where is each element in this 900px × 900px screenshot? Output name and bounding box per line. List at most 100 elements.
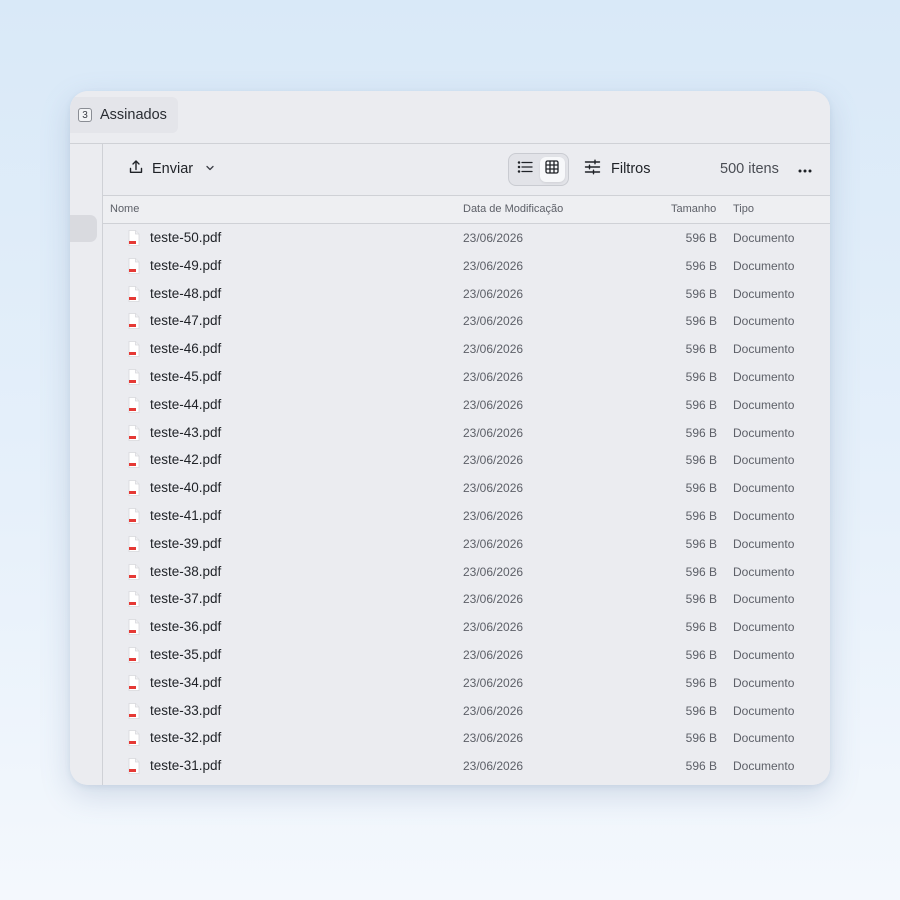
file-size: 596 B <box>685 592 717 607</box>
file-type: Documento <box>733 703 795 718</box>
list-view-button[interactable] <box>512 157 538 182</box>
file-size: 596 B <box>685 314 717 329</box>
pdf-file-icon <box>128 480 140 501</box>
table-row[interactable]: teste-49.pdf 23/06/2026 596 B Documento <box>103 252 830 280</box>
filters-label: Filtros <box>611 161 651 177</box>
file-date: 23/06/2026 <box>463 703 524 718</box>
table-row[interactable]: teste-48.pdf 23/06/2026 596 B Documento <box>103 280 830 308</box>
file-name: teste-39.pdf <box>150 535 222 551</box>
file-size: 596 B <box>685 564 717 579</box>
table-row[interactable]: teste-45.pdf 23/06/2026 596 B Documento <box>103 363 830 391</box>
file-type: Documento <box>733 564 795 579</box>
table-row[interactable]: teste-35.pdf 23/06/2026 596 B Documento <box>103 641 830 669</box>
table-row[interactable]: teste-32.pdf 23/06/2026 596 B Documento <box>103 724 830 752</box>
file-size: 596 B <box>685 231 717 245</box>
file-name: teste-34.pdf <box>150 674 222 690</box>
pdf-file-icon <box>128 257 140 279</box>
file-size: 596 B <box>685 258 717 273</box>
table-row[interactable]: teste-33.pdf 23/06/2026 596 B Documento <box>103 697 830 725</box>
file-type: Documento <box>733 592 795 607</box>
column-header-name[interactable]: Nome <box>110 203 139 215</box>
more-options-button[interactable] <box>794 156 816 182</box>
file-type: Documento <box>733 425 795 440</box>
pdf-file-icon <box>128 369 140 390</box>
tab-count-badge: 3 <box>78 108 92 122</box>
pdf-file-icon <box>128 730 140 751</box>
list-view-icon <box>517 160 533 179</box>
file-type: Documento <box>733 675 795 690</box>
file-date: 23/06/2026 <box>463 731 524 746</box>
file-name: teste-43.pdf <box>150 424 222 440</box>
file-type: Documento <box>733 731 795 746</box>
chevron-down-icon[interactable] <box>205 160 215 178</box>
sidebar-selected-item[interactable] <box>70 215 97 242</box>
file-name: teste-37.pdf <box>150 591 222 607</box>
table-row[interactable]: teste-37.pdf 23/06/2026 596 B Documento <box>103 585 830 613</box>
table-row[interactable]: teste-47.pdf 23/06/2026 596 B Documento <box>103 307 830 335</box>
file-name: teste-42.pdf <box>150 452 222 468</box>
table-row[interactable]: teste-31.pdf 23/06/2026 596 B Documento <box>103 752 830 780</box>
table-row[interactable]: teste-40.pdf 23/06/2026 596 B Documento <box>103 474 830 502</box>
file-size: 596 B <box>685 481 717 496</box>
table-row[interactable]: teste-38.pdf 23/06/2026 596 B Documento <box>103 558 830 586</box>
tab-bar: 3 Assinados <box>70 91 830 143</box>
table-row[interactable]: teste-46.pdf 23/06/2026 596 B Documento <box>103 335 830 363</box>
main-panel: Enviar Filtros 500 itens Nome Data de Mo… <box>103 144 830 785</box>
file-name: teste-41.pdf <box>150 507 222 523</box>
file-date: 23/06/2026 <box>463 592 524 607</box>
file-date: 23/06/2026 <box>463 453 524 468</box>
file-date: 23/06/2026 <box>463 536 524 551</box>
filters-button[interactable]: Filtros <box>584 156 650 182</box>
upload-label: Enviar <box>152 161 194 177</box>
file-type: Documento <box>733 342 795 357</box>
file-date: 23/06/2026 <box>463 564 524 579</box>
column-header-date[interactable]: Data de Modificação <box>463 203 563 215</box>
table-row[interactable]: teste-50.pdf 23/06/2026 596 B Documento <box>103 224 830 252</box>
file-size: 596 B <box>685 675 717 690</box>
table-row[interactable]: teste-34.pdf 23/06/2026 596 B Documento <box>103 669 830 697</box>
view-toggle <box>508 153 569 186</box>
sidebar <box>70 144 102 785</box>
file-size: 596 B <box>685 703 717 718</box>
file-type: Documento <box>733 620 795 635</box>
pdf-file-icon <box>128 396 140 418</box>
pdf-file-icon <box>128 452 140 473</box>
column-header-size[interactable]: Tamanho <box>671 203 716 215</box>
tab-assinados[interactable]: 3 Assinados <box>70 97 178 133</box>
table-row[interactable]: teste-36.pdf 23/06/2026 596 B Documento <box>103 613 830 641</box>
file-type: Documento <box>733 258 795 273</box>
upload-icon <box>128 159 144 180</box>
table-row[interactable]: teste-41.pdf 23/06/2026 596 B Documento <box>103 502 830 530</box>
file-date: 23/06/2026 <box>463 314 524 329</box>
file-type: Documento <box>733 231 795 245</box>
file-size: 596 B <box>685 647 717 662</box>
file-type: Documento <box>733 481 795 496</box>
pdf-file-icon <box>128 508 140 529</box>
pdf-file-icon <box>128 591 140 612</box>
column-header-type[interactable]: Tipo <box>733 203 754 215</box>
file-name: teste-48.pdf <box>150 285 222 301</box>
pdf-file-icon <box>128 563 140 585</box>
pdf-file-icon <box>128 647 140 668</box>
table-header: Nome Data de Modificação Tamanho Tipo <box>103 195 830 224</box>
file-date: 23/06/2026 <box>463 481 524 496</box>
file-name: teste-45.pdf <box>150 368 222 384</box>
sliders-icon <box>584 159 601 180</box>
file-date: 23/06/2026 <box>463 508 524 523</box>
file-name: teste-50.pdf <box>150 230 222 245</box>
table-row[interactable]: teste-44.pdf 23/06/2026 596 B Documento <box>103 391 830 419</box>
pdf-file-icon <box>128 674 140 696</box>
item-count: 500 itens <box>720 161 779 177</box>
file-date: 23/06/2026 <box>463 759 524 774</box>
grid-view-icon <box>545 160 559 179</box>
file-type: Documento <box>733 314 795 329</box>
file-type: Documento <box>733 286 795 301</box>
table-row[interactable]: teste-43.pdf 23/06/2026 596 B Documento <box>103 419 830 447</box>
file-size: 596 B <box>685 536 717 551</box>
file-size: 596 B <box>685 620 717 635</box>
grid-view-button[interactable] <box>539 157 565 182</box>
table-row[interactable]: teste-39.pdf 23/06/2026 596 B Documento <box>103 530 830 558</box>
upload-button[interactable]: Enviar <box>128 156 215 182</box>
table-row[interactable]: teste-42.pdf 23/06/2026 596 B Documento <box>103 446 830 474</box>
file-name: teste-46.pdf <box>150 341 222 357</box>
